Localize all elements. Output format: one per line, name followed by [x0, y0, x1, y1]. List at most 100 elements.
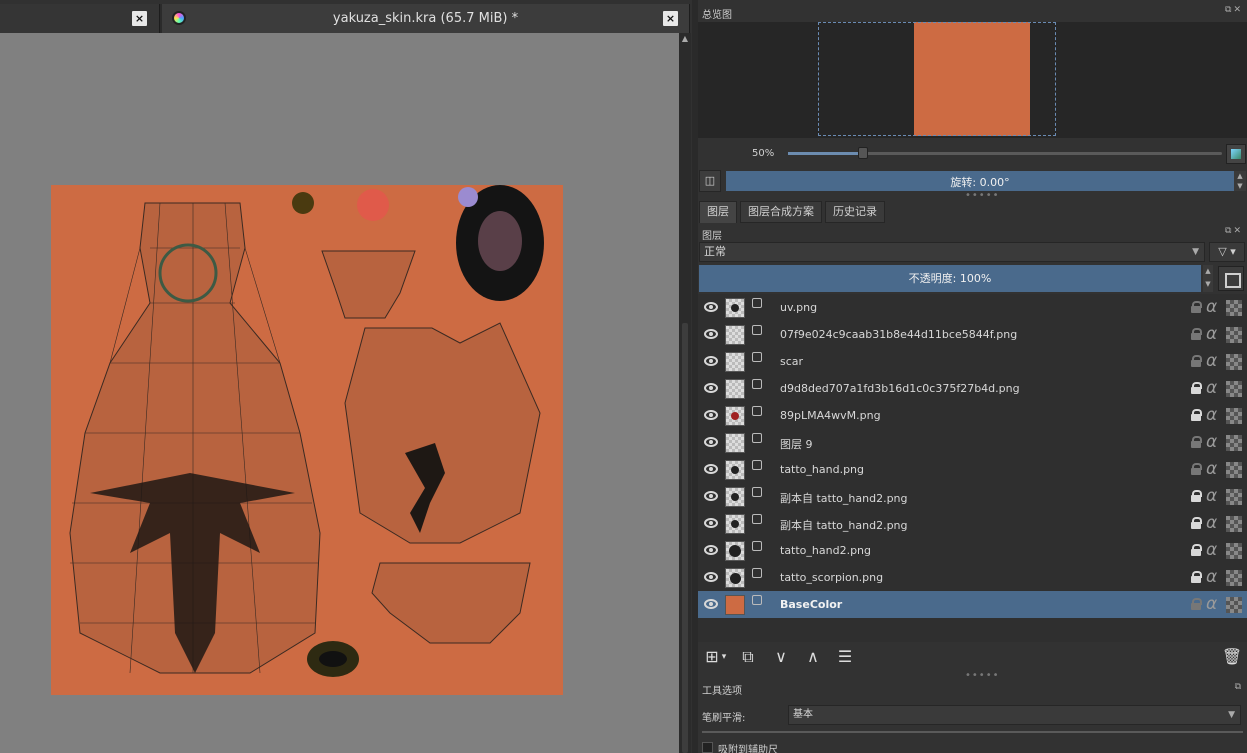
canvas-vertical-scrollbar[interactable]: ▲ [679, 33, 691, 753]
blend-mode-select[interactable]: 正常 ▼ [699, 242, 1205, 262]
document-tab-2[interactable]: yakuza_skin.kra (65.7 MiB) * × [162, 4, 690, 33]
layer-row[interactable]: tatto_scorpion.png α [698, 564, 1247, 591]
inherit-alpha-icon[interactable] [1226, 354, 1242, 370]
inherit-alpha-icon[interactable] [1226, 300, 1242, 316]
document-tab-1[interactable]: × [0, 4, 160, 33]
inherit-alpha-icon[interactable] [1226, 435, 1242, 451]
visibility-eye-icon[interactable] [704, 572, 718, 582]
layer-row-selected[interactable]: BaseColor α [698, 591, 1247, 618]
alpha-lock-icon[interactable]: α [1206, 567, 1217, 587]
zoom-slider[interactable] [788, 147, 1222, 159]
zoom-fit-icon[interactable] [1226, 144, 1246, 164]
layer-row[interactable]: tatto_hand.png α [698, 456, 1247, 483]
dock-grip-bottom[interactable]: ••••• [965, 670, 1000, 681]
inherit-alpha-icon[interactable] [1226, 543, 1242, 559]
visibility-eye-icon[interactable] [704, 491, 718, 501]
alpha-lock-icon[interactable]: α [1206, 378, 1217, 398]
lock-icon[interactable] [1191, 544, 1202, 556]
alpha-lock-icon[interactable]: α [1206, 513, 1217, 533]
lock-icon[interactable] [1191, 328, 1202, 340]
alpha-lock-icon[interactable]: α [1206, 297, 1217, 317]
layer-properties-sliders-icon[interactable]: ☰ [833, 646, 857, 668]
move-layer-down-icon[interactable]: ∨ [769, 646, 793, 668]
duplicate-layer-icon[interactable]: ⧉ [736, 646, 760, 668]
inherit-alpha-icon[interactable] [1226, 489, 1242, 505]
layer-row[interactable]: uv.png α [698, 294, 1247, 321]
inherit-alpha-icon[interactable] [1226, 462, 1242, 478]
rotation-field[interactable]: 旋转: 0.00° [726, 171, 1234, 191]
visibility-eye-icon[interactable] [704, 383, 718, 393]
layer-row[interactable]: scar α [698, 348, 1247, 375]
alpha-lock-icon[interactable]: α [1206, 594, 1217, 614]
filter-icon[interactable]: ▽ ▾ [1209, 242, 1245, 262]
lock-icon[interactable] [1191, 571, 1202, 583]
lock-icon[interactable] [1191, 436, 1202, 448]
lock-icon[interactable] [1191, 355, 1202, 367]
inherit-alpha-icon[interactable] [1226, 570, 1242, 586]
brush-smoothing-select[interactable]: 基本 ▼ [788, 705, 1241, 725]
alpha-lock-icon[interactable]: α [1206, 459, 1217, 479]
inherit-alpha-icon[interactable] [1226, 516, 1242, 532]
mirror-view-icon[interactable]: ◫ [699, 170, 721, 192]
alpha-lock-icon[interactable]: α [1206, 324, 1217, 344]
scrollbar-thumb[interactable] [682, 323, 688, 753]
close-tab-2-icon[interactable]: × [663, 11, 678, 26]
layer-row[interactable]: tatto_hand2.png α [698, 537, 1247, 564]
tool-options-dock-buttons[interactable]: ⧉ [1235, 682, 1243, 692]
rotation-spinner[interactable]: ▲ ▼ [1234, 171, 1246, 191]
layer-row[interactable]: 副本自 tatto_hand2.png α [698, 483, 1247, 510]
inherit-alpha-icon[interactable] [1226, 381, 1242, 397]
layer-row[interactable]: d9d8ded707a1fd3b16d1c0c375f27b4d.png α [698, 375, 1247, 402]
opacity-field[interactable]: 不透明度: 100% [699, 265, 1201, 292]
layer-row[interactable]: 图层 9 α [698, 429, 1247, 456]
visibility-eye-icon[interactable] [704, 329, 718, 339]
move-layer-up-icon[interactable]: ∧ [801, 646, 825, 668]
paint-layer-icon [752, 325, 762, 335]
lock-icon[interactable] [1191, 490, 1202, 502]
visibility-eye-icon[interactable] [704, 356, 718, 366]
lock-icon[interactable] [1191, 409, 1202, 421]
add-layer-menu-chevron-icon[interactable]: ▾ [718, 646, 730, 668]
close-tab-1-icon[interactable]: × [132, 11, 147, 26]
visibility-eye-icon[interactable] [704, 545, 718, 555]
layer-list[interactable]: uv.png α 07f9e024c9caab31b8e44d11bce5844… [698, 294, 1247, 642]
visibility-eye-icon[interactable] [704, 437, 718, 447]
tab-layers[interactable]: 图层 [699, 201, 737, 223]
overview-preview[interactable] [698, 22, 1247, 138]
layer-properties-icon[interactable] [1218, 266, 1244, 291]
visibility-eye-icon[interactable] [704, 302, 718, 312]
canvas-area[interactable] [0, 33, 679, 753]
tab-history[interactable]: 历史记录 [825, 201, 885, 223]
zoom-slider-handle[interactable] [858, 147, 868, 159]
alpha-lock-icon[interactable]: α [1206, 351, 1217, 371]
layer-row[interactable]: 副本自 tatto_hand2.png α [698, 510, 1247, 537]
tab-layer-compositions[interactable]: 图层合成方案 [740, 201, 822, 223]
visibility-eye-icon[interactable] [704, 410, 718, 420]
lock-icon[interactable] [1191, 382, 1202, 394]
alpha-lock-icon[interactable]: α [1206, 432, 1217, 452]
scroll-up-arrow-icon[interactable]: ▲ [679, 33, 691, 45]
lock-icon[interactable] [1191, 301, 1202, 313]
document-tab-bar: × yakuza_skin.kra (65.7 MiB) * × [0, 4, 690, 33]
visibility-eye-icon[interactable] [704, 464, 718, 474]
layer-row[interactable]: 89pLMA4wvM.png α [698, 402, 1247, 429]
layer-row[interactable]: 07f9e024c9caab31b8e44d11bce5844f.png α [698, 321, 1247, 348]
layers-dock-buttons[interactable]: ⧉✕ [1225, 226, 1243, 236]
delete-layer-icon[interactable]: 🗑 [1220, 646, 1244, 668]
snap-to-assistants-checkbox[interactable] [702, 742, 713, 753]
alpha-lock-icon[interactable]: α [1206, 405, 1217, 425]
inherit-alpha-icon[interactable] [1226, 327, 1242, 343]
lock-icon[interactable] [1191, 598, 1202, 610]
opacity-spinner[interactable]: ▲ ▼ [1203, 265, 1213, 292]
lock-icon[interactable] [1191, 463, 1202, 475]
inherit-alpha-icon[interactable] [1226, 597, 1242, 613]
texture-canvas[interactable] [0, 33, 679, 753]
alpha-lock-icon[interactable]: α [1206, 486, 1217, 506]
lock-icon[interactable] [1191, 517, 1202, 529]
visibility-eye-icon[interactable] [704, 599, 718, 609]
inherit-alpha-icon[interactable] [1226, 408, 1242, 424]
visibility-eye-icon[interactable] [704, 518, 718, 528]
overview-viewport-frame[interactable] [818, 22, 1056, 136]
overview-dock-buttons[interactable]: ⧉✕ [1225, 5, 1243, 15]
alpha-lock-icon[interactable]: α [1206, 540, 1217, 560]
